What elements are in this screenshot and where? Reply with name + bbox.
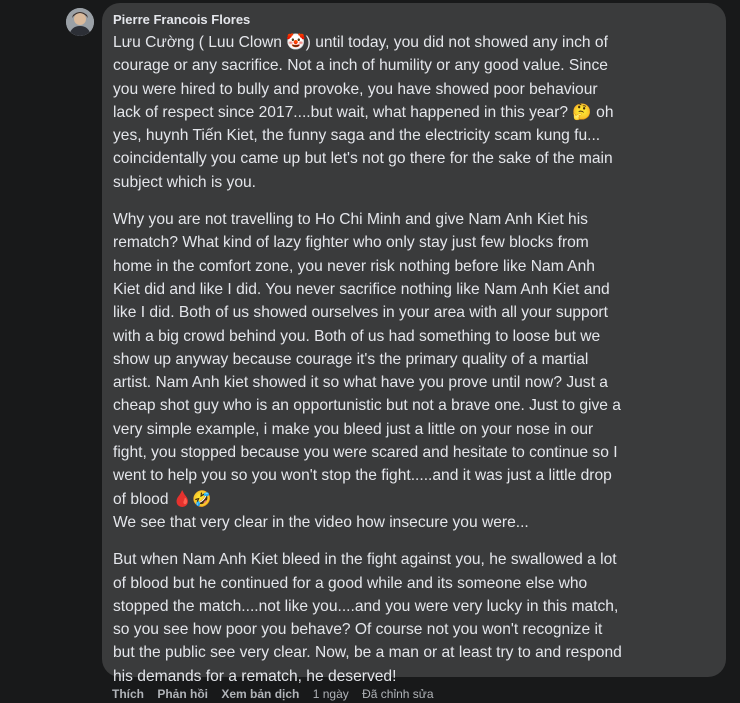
comment-text-line: so you see how poor you behave? Of cours… <box>113 621 603 639</box>
comment-text-line: Kiet did and like I did. You never sacri… <box>113 280 610 298</box>
edited-label: Đã chỉnh sửa <box>362 687 434 701</box>
comment-text-line: yes, huynh Tiến Kiet, the funny saga and… <box>113 127 601 145</box>
see-translation-button[interactable]: Xem bản dịch <box>221 687 299 701</box>
comment-text-line: But when Nam Anh Kiet bleed in the fight… <box>113 551 617 569</box>
comment-text-line: went to help you so you won't stop the f… <box>113 467 612 485</box>
comment-text-line: lack of respect since 2017....but wait, … <box>113 103 614 121</box>
comment-text-line: but the public see very clear. Now, be a… <box>113 644 622 662</box>
comment-text-line: like I did. Both of us showed ourselves … <box>113 304 608 322</box>
comment-text-line: you were hired to bully and provoke, you… <box>113 80 598 98</box>
comment-text-line: Lưu Cường ( Luu Clown 🤡) until today, yo… <box>113 34 608 51</box>
comment-text-line: fight, you stopped because you were scar… <box>113 444 618 462</box>
comment-paragraph: Why you are not travelling to Ho Chi Min… <box>113 208 714 534</box>
comment-author-name[interactable]: Pierre Francois Flores <box>113 12 714 28</box>
comment-text-line: artist. Nam Anh kiet showed it so what h… <box>113 374 608 392</box>
comment-text-line: subject which is you. <box>113 173 257 191</box>
comment-text-line: of blood but he continued for a good whi… <box>113 574 588 592</box>
comment-text-line: Why you are not travelling to Ho Chi Min… <box>113 211 588 229</box>
like-button[interactable]: Thích <box>112 687 144 701</box>
comment-text-line: his demands for a rematch, he deserved! <box>113 667 397 685</box>
comment-paragraph: But when Nam Anh Kiet bleed in the fight… <box>113 548 714 688</box>
comment-text-line: cheap shot guy who is an opportunistic b… <box>113 397 621 415</box>
comment-bubble: Pierre Francois Flores Lưu Cường ( Luu C… <box>102 3 726 685</box>
comment-text-line: show up anyway because courage it's the … <box>113 350 589 368</box>
comment-body: Lưu Cường ( Luu Clown 🤡) until today, yo… <box>113 31 714 688</box>
comment-text-line: courage or any sacrifice. Not a inch of … <box>113 57 608 75</box>
comment-text-line: home in the comfort zone, you never risk… <box>113 257 595 275</box>
avatar-photo-icon <box>66 8 94 36</box>
comment-timestamp[interactable]: 1 ngày <box>313 687 349 701</box>
comment-text-line: We see that very clear in the video how … <box>113 513 529 531</box>
comment-text-line: with a big crowd behind you. Both of us … <box>113 327 601 345</box>
comment-actions-bar: Thích Phản hồi Xem bản dịch 1 ngày Đã ch… <box>112 686 444 702</box>
author-avatar[interactable] <box>66 8 94 36</box>
comment-paragraph: Lưu Cường ( Luu Clown 🤡) until today, yo… <box>113 31 714 194</box>
reply-button[interactable]: Phản hồi <box>157 687 208 701</box>
comment-text-line: rematch? What kind of lazy fighter who o… <box>113 234 589 252</box>
comment-text-line: very simple example, i make you bleed ju… <box>113 420 594 438</box>
comment-text-line: stopped the match....not like you....and… <box>113 597 619 615</box>
comment-text-line: coincidentally you came up but let's not… <box>113 150 613 168</box>
comment-text-line: of blood 🩸🤣 <box>113 490 212 508</box>
